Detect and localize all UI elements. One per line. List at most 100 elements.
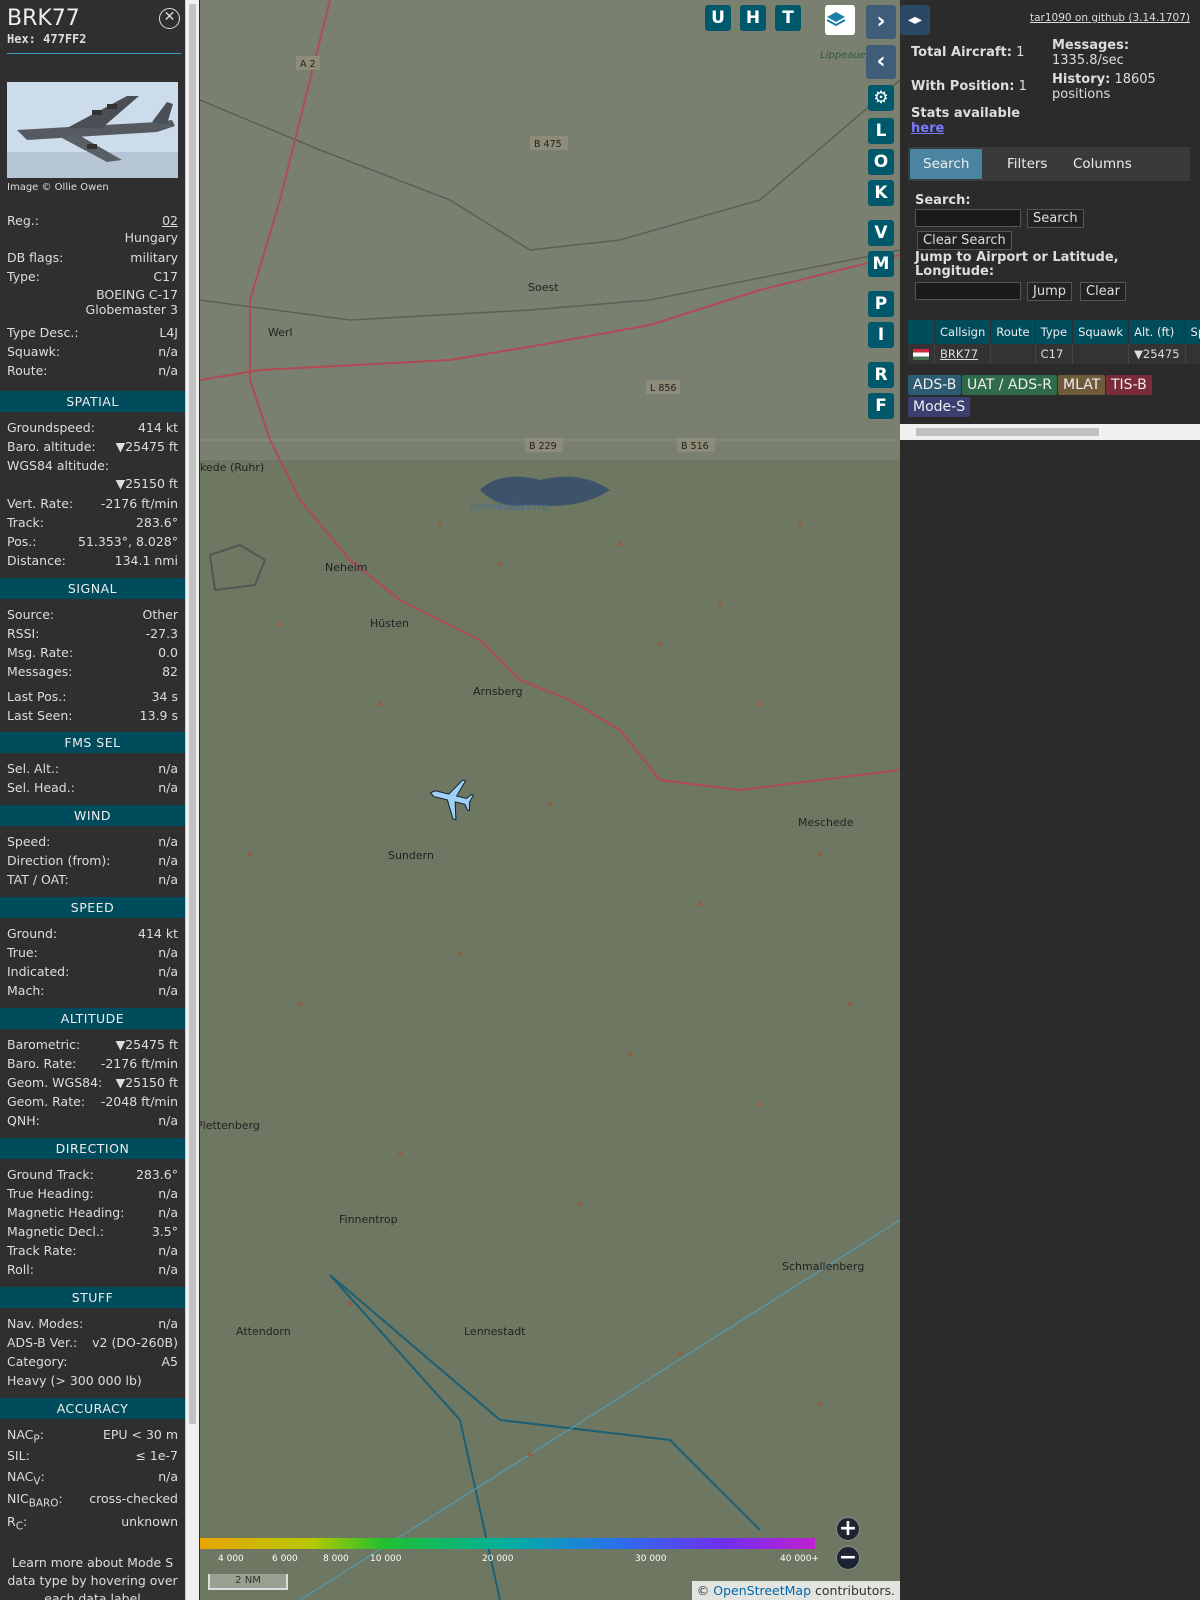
mach-label: Mach: bbox=[7, 983, 45, 998]
type-label: Type: bbox=[7, 269, 40, 284]
selalt-row: Sel. Alt.: n/a bbox=[7, 760, 178, 778]
alt-scale-label: 4 000 bbox=[218, 1554, 244, 1564]
sidebar-scrollbar[interactable] bbox=[185, 0, 199, 1600]
distance-value: 134.1 nmi bbox=[114, 553, 178, 568]
nacp-value: EPU < 30 m bbox=[102, 1427, 178, 1442]
osm-link[interactable]: OpenStreetMap bbox=[713, 1583, 811, 1598]
baro-rate-row: Baro. Rate: -2176 ft/min bbox=[7, 1055, 178, 1073]
wgs-alt-row: WGS84 altitude: bbox=[7, 457, 178, 475]
col-speed[interactable]: Spd bbox=[1185, 320, 1200, 344]
table-horizontal-scrollbar[interactable] bbox=[900, 424, 1200, 440]
col-route[interactable]: Route bbox=[990, 320, 1036, 344]
track-value: 283.6° bbox=[135, 515, 178, 530]
zoom-in-icon[interactable]: + bbox=[836, 1517, 860, 1541]
gear-icon[interactable]: ⚙ bbox=[868, 85, 894, 111]
selhead-value: n/a bbox=[158, 780, 178, 795]
place-label: Meschede bbox=[798, 816, 854, 829]
clear-button[interactable]: Clear bbox=[1080, 282, 1126, 301]
road-label: B 475 bbox=[534, 139, 562, 150]
jump-button[interactable]: Jump bbox=[1027, 282, 1072, 301]
messages-rate-label: Messages: bbox=[1052, 38, 1130, 53]
heavy-label: Heavy (> 300 000 lb) bbox=[7, 1373, 142, 1388]
place-label: Schmallenberg bbox=[782, 1260, 864, 1273]
mach-row: Mach: n/a bbox=[7, 982, 178, 1000]
nic-label: NICBARO: bbox=[7, 1491, 63, 1510]
section-accuracy: ACCURACY bbox=[0, 1398, 185, 1419]
jump-input[interactable] bbox=[915, 282, 1021, 300]
aircraft-photo[interactable] bbox=[7, 82, 178, 178]
dbflags-label: DB flags: bbox=[7, 250, 64, 265]
wgs-alt-value: ▼25150 ft bbox=[115, 476, 178, 491]
place-label: Lippeaue bbox=[820, 50, 866, 61]
row-callsign[interactable]: BRK77 bbox=[934, 344, 992, 364]
close-icon[interactable]: ✕ bbox=[159, 8, 180, 29]
map-button-u[interactable]: U bbox=[705, 5, 731, 31]
chevron-left-icon[interactable]: ‹ bbox=[866, 45, 896, 79]
selalt-label: Sel. Alt.: bbox=[7, 761, 60, 776]
source-row: Source: Other bbox=[7, 606, 178, 624]
dbflags-value: military bbox=[130, 250, 178, 265]
wind-dir-row: Direction (from): n/a bbox=[7, 852, 178, 870]
pos-value: 51.353°, 8.028° bbox=[78, 534, 178, 549]
expand-icon[interactable]: ◂▸ bbox=[900, 5, 930, 35]
sil-row: SIL: ≤ 1e-7 bbox=[7, 1447, 178, 1465]
map-button-l[interactable]: L bbox=[868, 118, 894, 144]
tab-columns[interactable]: Columns bbox=[1060, 149, 1145, 179]
search-button[interactable]: Search bbox=[1027, 209, 1084, 228]
search-input[interactable] bbox=[915, 209, 1021, 227]
map-button-k[interactable]: K bbox=[868, 180, 894, 206]
map-view[interactable]: Soest Werl Neheim Hüsten Arnsberg Sunder… bbox=[200, 0, 900, 1600]
reg-link[interactable]: 02 bbox=[162, 212, 178, 230]
legend-uat: UAT / ADS-R bbox=[962, 375, 1057, 395]
layers-icon[interactable] bbox=[825, 5, 855, 35]
scrollbar-thumb[interactable] bbox=[916, 428, 1099, 436]
rc-label-text: R bbox=[7, 1514, 16, 1529]
road-label: L 856 bbox=[650, 383, 676, 394]
hex-label: Hex: bbox=[7, 32, 36, 46]
github-link[interactable]: tar1090 on github (3.14.1707) bbox=[1030, 12, 1190, 24]
stats-link[interactable]: here bbox=[911, 121, 944, 136]
col-callsign[interactable]: Callsign bbox=[934, 320, 992, 344]
map-button-f[interactable]: F bbox=[868, 393, 894, 419]
map-button-m[interactable]: M bbox=[868, 251, 894, 277]
map-button-t[interactable]: T bbox=[775, 5, 801, 31]
table-header-row: Callsign Route Type Squawk Alt. (ft) Spd bbox=[908, 320, 1200, 344]
col-flag[interactable] bbox=[908, 320, 935, 344]
roll-row: Roll: n/a bbox=[7, 1261, 178, 1279]
map-button-p[interactable]: P bbox=[868, 291, 894, 317]
flag-icon bbox=[908, 344, 935, 364]
map-button-v[interactable]: V bbox=[868, 220, 894, 246]
selhead-label: Sel. Head.: bbox=[7, 780, 75, 795]
clear-search-button[interactable]: Clear Search bbox=[917, 231, 1012, 250]
map-button-r[interactable]: R bbox=[868, 362, 894, 388]
total-label: Total Aircraft: bbox=[911, 45, 1012, 60]
scrollbar-thumb[interactable] bbox=[189, 4, 196, 1424]
barometric-row: Barometric: ▼25475 ft bbox=[7, 1036, 178, 1054]
map-button-h[interactable]: H bbox=[740, 5, 766, 31]
zoom-out-icon[interactable]: − bbox=[836, 1546, 860, 1570]
trate-value: n/a bbox=[158, 1243, 178, 1258]
tab-search[interactable]: Search bbox=[910, 149, 983, 179]
source-label: Source: bbox=[7, 607, 55, 622]
geom-rate-row: Geom. Rate: -2048 ft/min bbox=[7, 1093, 178, 1111]
typedesc-value: L4J bbox=[159, 325, 178, 340]
chevron-right-icon[interactable]: › bbox=[866, 5, 896, 39]
col-type[interactable]: Type bbox=[1035, 320, 1074, 344]
roll-label: Roll: bbox=[7, 1262, 34, 1277]
table-row[interactable]: BRK77 C17 ▼25475 bbox=[908, 344, 1200, 364]
rc-value: unknown bbox=[121, 1514, 178, 1529]
map-button-o[interactable]: O bbox=[868, 149, 894, 175]
col-altitude[interactable]: Alt. (ft) bbox=[1128, 320, 1186, 344]
qnh-value: n/a bbox=[158, 1113, 178, 1128]
qnh-row: QNH: n/a bbox=[7, 1112, 178, 1130]
roll-value: n/a bbox=[158, 1262, 178, 1277]
place-label: Soest bbox=[528, 281, 559, 294]
geom-rate-label: Geom. Rate: bbox=[7, 1094, 86, 1109]
thead-value: n/a bbox=[158, 1186, 178, 1201]
groundspeed-value: 414 kt bbox=[138, 420, 178, 435]
typedesc-label: Type Desc.: bbox=[7, 325, 79, 340]
col-squawk[interactable]: Squawk bbox=[1072, 320, 1130, 344]
map-button-i[interactable]: I bbox=[868, 322, 894, 348]
tab-filters[interactable]: Filters bbox=[994, 149, 1060, 179]
legend-mlat: MLAT bbox=[1058, 375, 1106, 395]
